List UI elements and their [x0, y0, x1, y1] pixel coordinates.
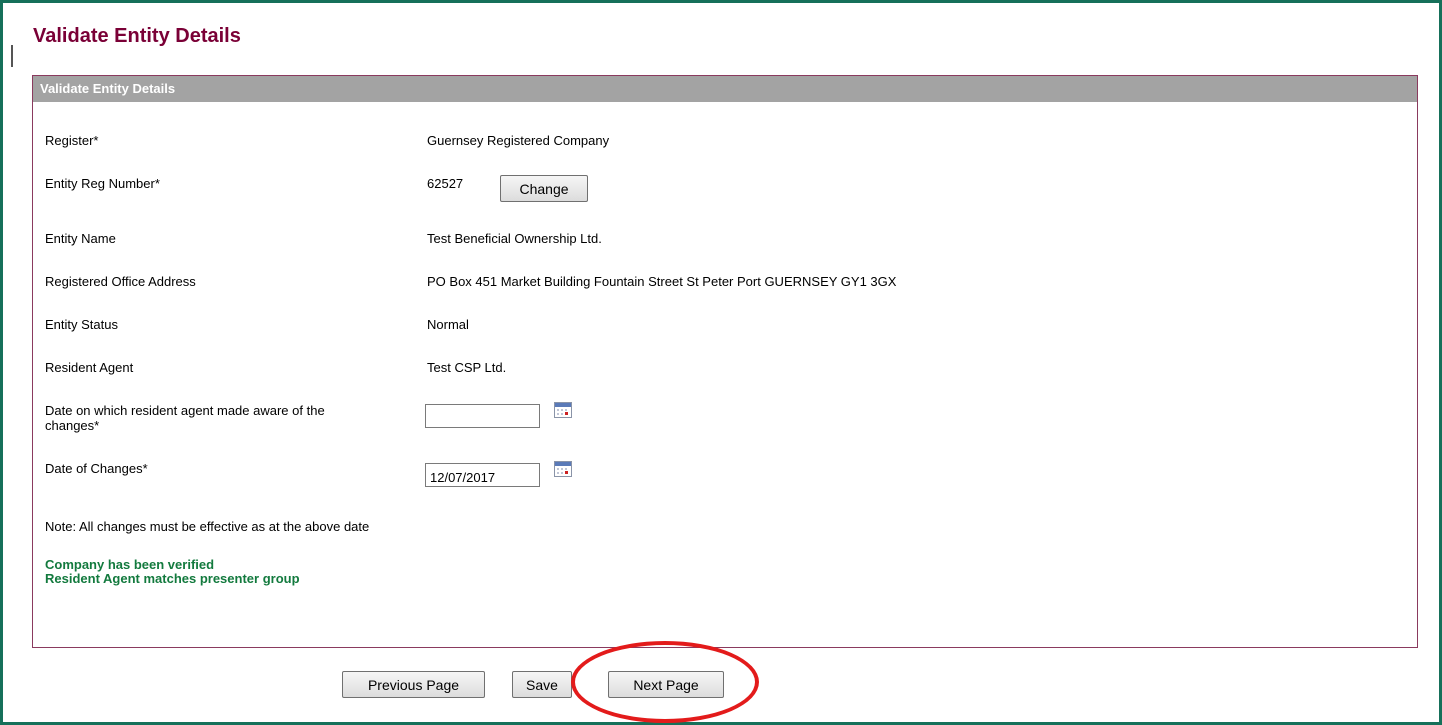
- resident-agent-match-message: Resident Agent matches presenter group: [45, 571, 300, 586]
- change-button[interactable]: Change: [500, 175, 588, 202]
- date-agent-aware-label-line2: changes*: [45, 418, 100, 433]
- previous-page-button[interactable]: Previous Page: [342, 671, 485, 698]
- effective-date-note: Note: All changes must be effective as a…: [45, 519, 370, 534]
- date-agent-aware-label-line1: Date on which resident agent made aware …: [45, 403, 325, 418]
- frame-edge-marker: [11, 45, 13, 67]
- window-frame: Validate Entity Details Validate Entity …: [0, 0, 1442, 725]
- resident-agent-label: Resident Agent: [45, 360, 134, 375]
- register-value: Guernsey Registered Company: [427, 133, 610, 148]
- entity-reg-number-value: 62527: [427, 176, 464, 191]
- entity-status-value: Normal: [427, 317, 469, 332]
- entity-name-value: Test Beneficial Ownership Ltd.: [427, 231, 602, 246]
- validate-entity-panel: Validate Entity Details Register* Guerns…: [32, 75, 1418, 648]
- entity-name-label: Entity Name: [45, 231, 116, 246]
- next-page-button[interactable]: Next Page: [608, 671, 724, 698]
- date-agent-aware-input[interactable]: [425, 404, 540, 428]
- resident-agent-value: Test CSP Ltd.: [427, 360, 507, 375]
- register-label: Register*: [45, 133, 99, 148]
- entity-reg-number-label: Entity Reg Number*: [45, 176, 160, 191]
- page-title: Validate Entity Details: [33, 25, 241, 47]
- date-of-changes-input[interactable]: [425, 463, 540, 487]
- company-verified-message: Company has been verified: [45, 557, 215, 572]
- save-button[interactable]: Save: [512, 671, 572, 698]
- panel-header: Validate Entity Details: [33, 76, 1417, 102]
- calendar-icon[interactable]: [554, 402, 572, 418]
- registered-office-address-label: Registered Office Address: [45, 274, 196, 289]
- date-of-changes-label: Date of Changes*: [45, 461, 148, 476]
- entity-status-label: Entity Status: [45, 317, 118, 332]
- date-agent-aware-label: Date on which resident agent made aware …: [45, 403, 325, 433]
- registered-office-address-value: PO Box 451 Market Building Fountain Stre…: [427, 274, 897, 289]
- calendar-icon[interactable]: [554, 461, 572, 477]
